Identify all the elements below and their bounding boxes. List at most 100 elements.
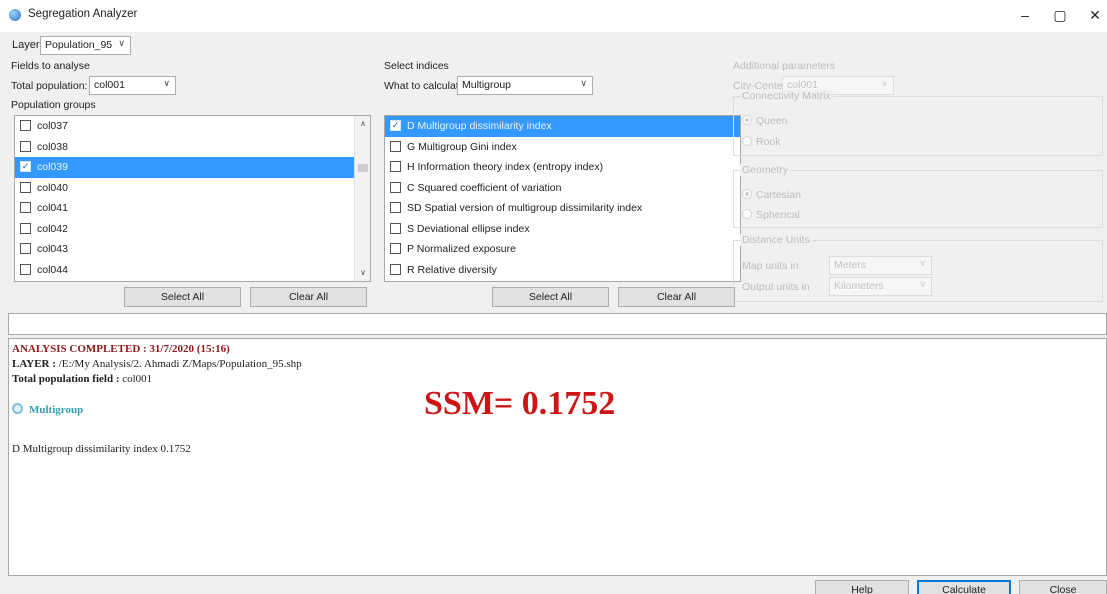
radio-empty-icon (742, 136, 752, 146)
radio-queen-label: Queen (756, 115, 788, 127)
indices-clear-all-button[interactable]: Clear All (618, 287, 735, 307)
layer-label: Layer (12, 39, 40, 51)
maximize-icon[interactable]: ▢ (1045, 2, 1075, 28)
layer-select[interactable]: Population_95 ∨ (40, 36, 131, 55)
close-button[interactable]: Close (1019, 580, 1107, 594)
analysis-status: ANALYSIS COMPLETED : 31/7/2020 (15:16) (12, 343, 230, 355)
title-bar: Segregation Analyzer – ▢ ✕ (0, 0, 1107, 32)
checkbox-icon[interactable] (20, 263, 31, 275)
indices-list[interactable]: ✓ D Multigroup dissimilarity index G Multi… (384, 115, 741, 282)
fields-header: Fields to analyse (11, 60, 90, 72)
checkbox-icon[interactable] (390, 222, 401, 234)
checkbox-icon[interactable] (390, 140, 401, 152)
connectivity-group: Connectivity Matrix Queen Rook (733, 90, 1103, 156)
checkbox-icon[interactable] (20, 181, 31, 193)
scroll-thumb[interactable] (358, 164, 368, 172)
help-button[interactable]: Help (815, 580, 909, 594)
index-item[interactable]: P Normalized exposure (385, 239, 740, 260)
calculate-button[interactable]: Calculate (917, 580, 1011, 594)
output-units-select[interactable]: Kilometers ∨ (829, 277, 932, 296)
checkbox-icon[interactable] (20, 222, 31, 234)
checkbox-icon[interactable] (20, 202, 31, 213)
results-layer-line: LAYER : /E:/My Analysis/2. Ahmadi Z/Maps… (12, 358, 302, 370)
checkbox-icon[interactable] (390, 161, 401, 172)
population-group-item-label: col039 (37, 161, 68, 173)
radio-cartesian[interactable]: Cartesian (742, 189, 801, 201)
index-item-label: G Multigroup Gini index (407, 140, 517, 153)
index-item[interactable]: S Deviational ellipse index (385, 219, 740, 240)
additional-header: Additional parameters (733, 60, 836, 72)
chevron-down-icon: ∨ (881, 78, 888, 88)
minimize-icon[interactable]: – (1010, 2, 1040, 28)
total-population-select[interactable]: col001 ∨ (89, 76, 176, 95)
population-groups-label: Population groups (11, 99, 96, 111)
checkbox-icon[interactable] (390, 181, 401, 193)
checkbox-icon[interactable] (390, 243, 401, 254)
multigroup-section: Multigroup (12, 403, 83, 416)
fields-clear-all-button[interactable]: Clear All (250, 287, 367, 307)
map-units-select[interactable]: Meters ∨ (829, 256, 932, 275)
chevron-down-icon: ∨ (118, 38, 125, 48)
population-group-item-label: col041 (37, 202, 68, 214)
chevron-down-icon: ∨ (919, 279, 926, 289)
app-icon (9, 9, 21, 21)
population-group-item[interactable]: col044 (15, 260, 370, 281)
radio-cartesian-label: Cartesian (756, 189, 801, 201)
map-units-value: Meters (834, 259, 867, 271)
index-item-label: R Relative diversity (407, 263, 497, 276)
index-item-label: C Squared coefficient of variation (407, 181, 562, 194)
checkbox-icon[interactable] (390, 263, 401, 275)
distance-units-title: Distance Units (740, 234, 812, 246)
total-population-value: col001 (94, 79, 125, 91)
window-title: Segregation Analyzer (28, 8, 138, 20)
population-groups-list[interactable]: col037 col038 ✓ col039 col040 col041 col042 col… (14, 115, 371, 282)
index-item-label: P Normalized exposure (407, 243, 516, 255)
results-panel[interactable]: ANALYSIS COMPLETED : 31/7/2020 (15:16) L… (8, 338, 1107, 576)
radio-empty-icon (742, 209, 752, 219)
total-population-label: Total population: (11, 80, 88, 92)
index-item[interactable]: SD Spatial version of multigroup dissimi… (385, 198, 740, 219)
map-units-label: Map units in (742, 260, 799, 272)
population-group-item[interactable]: col042 (15, 219, 370, 240)
checkbox-icon[interactable] (20, 120, 31, 131)
index-item[interactable]: R Relative diversity (385, 260, 740, 281)
what-to-calculate-select[interactable]: Multigroup ∨ (457, 76, 593, 95)
results-total-line: Total population field : col001 (12, 373, 152, 385)
indices-select-all-button[interactable]: Select All (492, 287, 609, 307)
checkbox-icon[interactable] (20, 243, 31, 254)
radio-spherical[interactable]: Spherical (742, 209, 800, 221)
scroll-up-icon[interactable]: ∧ (355, 116, 370, 132)
index-item[interactable]: G Multigroup Gini index (385, 137, 740, 158)
population-group-item-label: col038 (37, 140, 68, 153)
what-to-calculate-value: Multigroup (462, 79, 512, 91)
checkbox-icon[interactable] (20, 140, 31, 152)
population-group-item[interactable]: col037 (15, 116, 370, 137)
index-item[interactable]: H Information theory index (entropy inde… (385, 157, 740, 178)
population-group-item[interactable]: col041 (15, 198, 370, 219)
index-item-label: D Multigroup dissimilarity index (407, 120, 552, 132)
population-group-item[interactable]: col038 (15, 137, 370, 158)
population-group-item-label: col040 (37, 181, 68, 194)
chevron-down-icon: ∨ (163, 78, 170, 88)
output-units-label: Output units in (742, 281, 810, 293)
fields-select-all-button[interactable]: Select All (124, 287, 241, 307)
index-item-label: S Deviational ellipse index (407, 222, 530, 235)
total-field-label: Total population field : (12, 373, 120, 385)
radio-rook[interactable]: Rook (742, 136, 781, 148)
scroll-down-icon[interactable]: ∨ (355, 265, 370, 281)
distance-units-group: Distance Units Map units in Meters ∨ Out… (733, 234, 1103, 302)
index-item[interactable]: C Squared coefficient of variation (385, 178, 740, 199)
population-group-item[interactable]: ✓ col039 (15, 157, 370, 178)
index-item[interactable]: ✓ D Multigroup dissimilarity index (385, 116, 740, 137)
close-icon[interactable]: ✕ (1080, 2, 1107, 28)
population-group-item[interactable]: col043 (15, 239, 370, 260)
multigroup-icon (12, 403, 23, 414)
population-group-item[interactable]: col040 (15, 178, 370, 199)
groups-scrollbar[interactable]: ∧ ∨ (354, 116, 370, 281)
layer-row: Layer Population_95 ∨ (0, 32, 1107, 58)
checkbox-checked-icon[interactable]: ✓ (390, 120, 401, 131)
checkbox-checked-icon[interactable]: ✓ (20, 161, 31, 172)
bottom-bar: Help Calculate Close (0, 576, 1107, 594)
radio-queen[interactable]: Queen (742, 115, 788, 127)
checkbox-icon[interactable] (390, 202, 401, 213)
